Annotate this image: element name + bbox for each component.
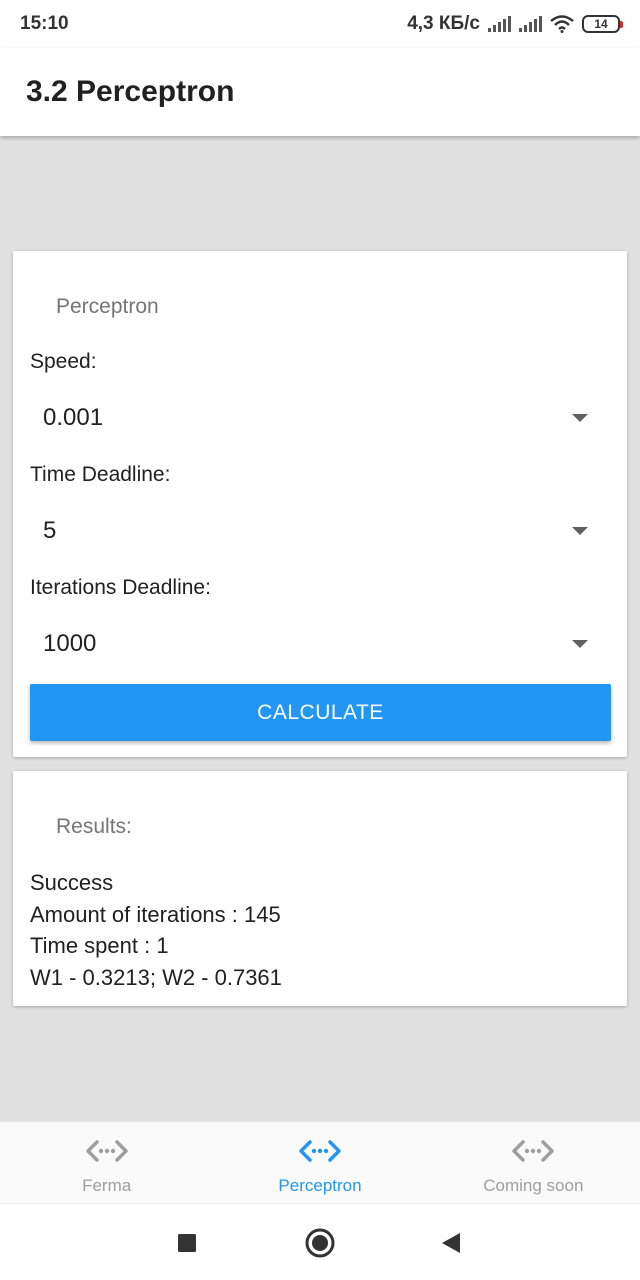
nav-label-perceptron: Perceptron [278, 1176, 362, 1195]
result-weights: W1 - 0.3213; W2 - 0.7361 [30, 965, 282, 990]
signal-icon [519, 16, 542, 32]
code-arrows-icon [512, 1140, 555, 1162]
speed-select[interactable]: 0.001 [30, 394, 610, 442]
result-iterations: Amount of iterations : 145 [30, 902, 281, 927]
back-triangle-icon[interactable] [441, 1232, 461, 1254]
nav-label-ferma: Ferma [82, 1176, 132, 1195]
system-navigation-bar [0, 1203, 640, 1280]
nav-label-coming-soon: Coming soon [483, 1176, 584, 1195]
home-circle-icon[interactable] [305, 1228, 335, 1258]
perceptron-card: Perceptron Speed: 0.001 Time Deadline: 5… [13, 251, 627, 757]
chevron-down-icon [572, 527, 588, 535]
status-bar: 15:10 4,3 КБ/с 14 [0, 0, 640, 48]
speed-value: 0.001 [43, 404, 104, 431]
bottom-navigation: Ferma Perceptron Coming soon [0, 1121, 640, 1203]
result-status: Success [30, 870, 114, 895]
status-indicators: 4,3 КБ/с 14 [407, 13, 623, 35]
code-arrows-icon [85, 1140, 128, 1162]
time-deadline-value: 5 [43, 517, 57, 544]
time-deadline-select[interactable]: 5 [30, 507, 610, 555]
app-bar: 3.2 Perceptron [0, 48, 640, 136]
results-card: Results: Success Amount of iterations : … [13, 771, 627, 1006]
calculate-button[interactable]: CALCULATE [30, 684, 611, 741]
battery-icon: 14 [582, 15, 623, 33]
card-heading: Perceptron [56, 295, 159, 318]
battery-level: 14 [594, 17, 608, 31]
nav-item-coming-soon[interactable]: Coming soon [427, 1122, 640, 1203]
status-time: 15:10 [20, 13, 69, 34]
iterations-deadline-select[interactable]: 1000 [30, 620, 610, 668]
iterations-deadline-value: 1000 [43, 630, 97, 657]
result-time-spent: Time spent : 1 [30, 933, 169, 958]
network-speed: 4,3 КБ/с [407, 13, 480, 34]
iterations-deadline-label: Iterations Deadline: [30, 576, 211, 599]
code-arrows-icon [299, 1140, 341, 1162]
recents-square-icon[interactable] [177, 1233, 197, 1253]
chevron-down-icon [572, 414, 588, 422]
time-deadline-label: Time Deadline: [30, 463, 171, 486]
speed-label: Speed: [30, 350, 97, 373]
signal-icon [488, 16, 511, 32]
wifi-icon [550, 15, 574, 33]
chevron-down-icon [572, 640, 588, 648]
results-heading: Results: [56, 815, 132, 838]
nav-item-ferma[interactable]: Ferma [0, 1122, 213, 1203]
nav-item-perceptron[interactable]: Perceptron [213, 1122, 426, 1203]
page-title: 3.2 Perceptron [26, 75, 235, 108]
